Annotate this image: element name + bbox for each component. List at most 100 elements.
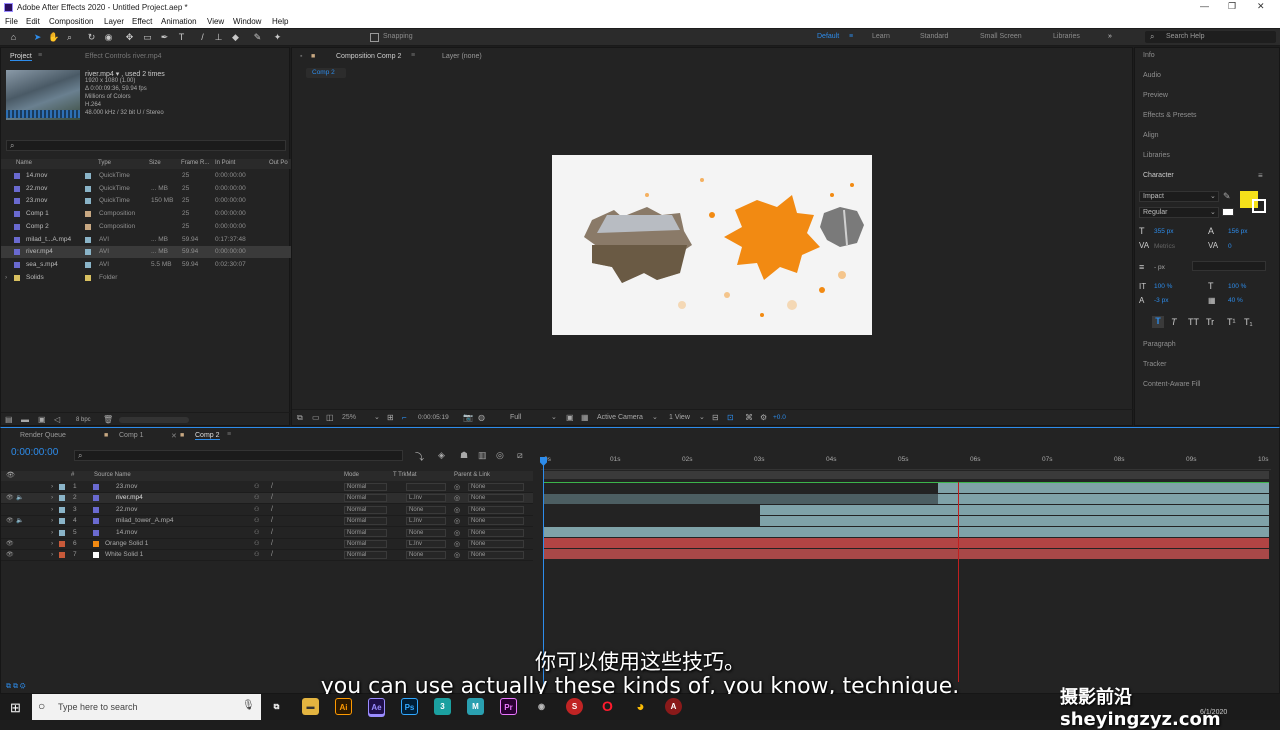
flowchart-icon[interactable]: ⌘ <box>745 413 753 422</box>
graph-editor-icon[interactable]: ⧄ <box>517 450 523 461</box>
small-caps-button[interactable]: Tr <box>1206 317 1214 327</box>
comp-mini-flowchart-icon[interactable]: ⤵ <box>415 450 424 463</box>
motion-blur-icon[interactable]: ◎ <box>496 450 504 461</box>
layer-mode-select[interactable]: Normal <box>344 517 387 526</box>
layer-bar-5[interactable] <box>543 527 1269 537</box>
quality-switch-icon[interactable]: / <box>271 506 273 513</box>
shy-switch-icon[interactable]: ⚇ <box>254 551 259 558</box>
show-channel-icon[interactable]: ◍ <box>478 413 485 422</box>
pick-whip-icon[interactable]: ◎ <box>454 529 460 537</box>
panel-align[interactable]: Align <box>1143 132 1159 139</box>
font-size-value[interactable]: 355 px <box>1154 228 1174 235</box>
pan-behind-tool-icon[interactable]: ✥ <box>124 32 135 43</box>
workspace-default[interactable]: Default <box>817 33 839 40</box>
comp-timecode[interactable]: 0:00:05:19 <box>418 414 449 421</box>
tab-project[interactable]: Project <box>10 53 32 61</box>
tab-comp-1[interactable]: Comp 1 <box>119 432 144 439</box>
col-mode[interactable]: Mode <box>344 472 359 478</box>
project-item[interactable]: 22.mov QuickTime ... MB 25 0:00:00:00 <box>1 183 291 195</box>
project-item[interactable]: sea_s.mp4 AVI 5.5 MB 59.94 0:02:30:07 <box>1 259 291 271</box>
project-item[interactable]: river.mp4 AVI ... MB 59.94 0:00:00:00 <box>1 246 291 259</box>
bit-depth-button[interactable]: 8 bpc <box>76 417 91 423</box>
shy-switch-icon[interactable]: ⚇ <box>254 540 259 547</box>
zoom-select[interactable]: 25% <box>342 414 356 421</box>
expand-icon[interactable]: › <box>5 274 7 281</box>
expand-arrow-icon[interactable]: › <box>51 551 53 558</box>
character-menu-icon[interactable]: ≡ <box>1258 171 1263 180</box>
label-color-swatch[interactable] <box>85 274 91 281</box>
safe-zones-icon[interactable]: ⊞ <box>387 413 394 422</box>
maya-icon[interactable]: M <box>467 698 484 715</box>
layer-label-color[interactable] <box>59 518 65 525</box>
layer-parent-select[interactable]: None <box>468 494 524 503</box>
pick-whip-icon[interactable]: ◎ <box>454 506 460 514</box>
premiere-icon[interactable]: Pr <box>500 698 517 715</box>
quality-switch-icon[interactable]: / <box>271 529 273 536</box>
new-comp-icon[interactable]: ▣ <box>38 415 46 424</box>
workspace-menu-icon[interactable]: ≡ <box>849 33 853 40</box>
expand-arrow-icon[interactable]: › <box>51 517 53 524</box>
3ds-max-icon[interactable]: 3 <box>434 698 451 715</box>
shy-switch-icon[interactable]: ⚇ <box>254 517 259 524</box>
quality-switch-icon[interactable]: / <box>271 540 273 547</box>
menu-window[interactable]: Window <box>233 17 261 26</box>
layer-mode-select[interactable]: Normal <box>344 483 387 491</box>
stroke-color-swatch[interactable] <box>1252 199 1266 213</box>
layer-row[interactable]: › 5 14.mov ⚇ / Normal None ◎ None <box>1 528 533 539</box>
layer-label-color[interactable] <box>59 506 65 513</box>
layer-row[interactable]: › 3 22.mov ⚇ / Normal None ◎ None <box>1 505 533 516</box>
pen-tool-icon[interactable]: ✒ <box>159 32 170 43</box>
shy-switch-icon[interactable]: ⚇ <box>254 506 259 513</box>
quality-switch-icon[interactable]: / <box>271 494 273 501</box>
col-out-point[interactable]: Out Po <box>269 160 288 166</box>
panel-preview[interactable]: Preview <box>1143 92 1168 99</box>
layer-mode-select[interactable]: Normal <box>344 494 387 503</box>
project-search-input[interactable]: ⌕ <box>6 140 286 151</box>
panel-info[interactable]: Info <box>1143 52 1155 59</box>
project-item[interactable]: milad_t...A.mp4 AVI ... MB 59.94 0:17:37:48 <box>1 234 291 246</box>
panel-tracker[interactable]: Tracker <box>1143 361 1166 368</box>
view-layout-select[interactable]: 1 View <box>669 414 690 421</box>
project-item[interactable]: › Solids Folder <box>1 272 291 284</box>
layer-trkmat-select[interactable]: L.Inv <box>406 494 446 503</box>
illustrator-icon[interactable]: Ai <box>335 698 352 715</box>
menu-animation[interactable]: Animation <box>161 17 197 26</box>
pick-whip-icon[interactable]: ◎ <box>454 540 460 548</box>
audio-toggle-icon[interactable]: 🔈 <box>16 494 23 501</box>
close-icon[interactable]: ✕ <box>1257 1 1265 12</box>
col-frame-rate[interactable]: Frame R... <box>181 160 209 166</box>
leading-value[interactable]: 156 px <box>1228 228 1248 235</box>
chrome-icon[interactable]: ◕ <box>632 698 649 715</box>
restore-icon[interactable]: ❐ <box>1228 1 1236 12</box>
layer-mode-select[interactable]: Normal <box>344 540 387 548</box>
col-name[interactable]: Name <box>16 160 32 166</box>
label-color-swatch[interactable] <box>85 173 91 179</box>
shy-switch-icon[interactable]: ⚇ <box>254 494 259 501</box>
layer-parent-select[interactable]: None <box>468 517 524 526</box>
tab-layer[interactable]: Layer (none) <box>442 53 482 60</box>
comp-canvas[interactable] <box>552 155 872 335</box>
hand-tool-icon[interactable]: ✋ <box>48 32 59 43</box>
panel-character-title[interactable]: Character <box>1143 172 1174 179</box>
menu-view[interactable]: View <box>207 17 224 26</box>
project-item[interactable]: 23.mov QuickTime 150 MB 25 0:00:00:00 <box>1 195 291 207</box>
default-colors-icon[interactable] <box>1222 208 1234 216</box>
brush-tool-icon[interactable]: / <box>197 32 208 43</box>
zoom-dropdown-icon[interactable]: ⌄ <box>374 413 380 421</box>
layer-bar-1[interactable] <box>938 483 1269 493</box>
layer-mode-select[interactable]: Normal <box>344 528 387 537</box>
file-explorer-icon[interactable]: ▬ <box>302 698 319 715</box>
menu-help[interactable]: Help <box>272 17 288 26</box>
project-item[interactable]: Comp 1 Composition 25 0:00:00:00 <box>1 208 291 220</box>
label-color-swatch[interactable] <box>85 249 91 256</box>
layer-label-color[interactable] <box>59 541 65 547</box>
menu-file[interactable]: File <box>5 17 18 26</box>
eyedropper-icon[interactable]: ✎ <box>1223 191 1231 202</box>
label-color-swatch[interactable] <box>85 223 91 230</box>
visibility-toggle-icon[interactable]: 👁 <box>6 540 14 547</box>
resolution-dropdown-icon[interactable]: ⌄ <box>551 413 557 421</box>
superscript-button[interactable]: T¹ <box>1227 317 1236 327</box>
layer-parent-select[interactable]: None <box>468 483 524 491</box>
fast-previews-icon[interactable]: ▣ <box>566 413 574 422</box>
exposure-value[interactable]: +0.0 <box>773 414 786 421</box>
